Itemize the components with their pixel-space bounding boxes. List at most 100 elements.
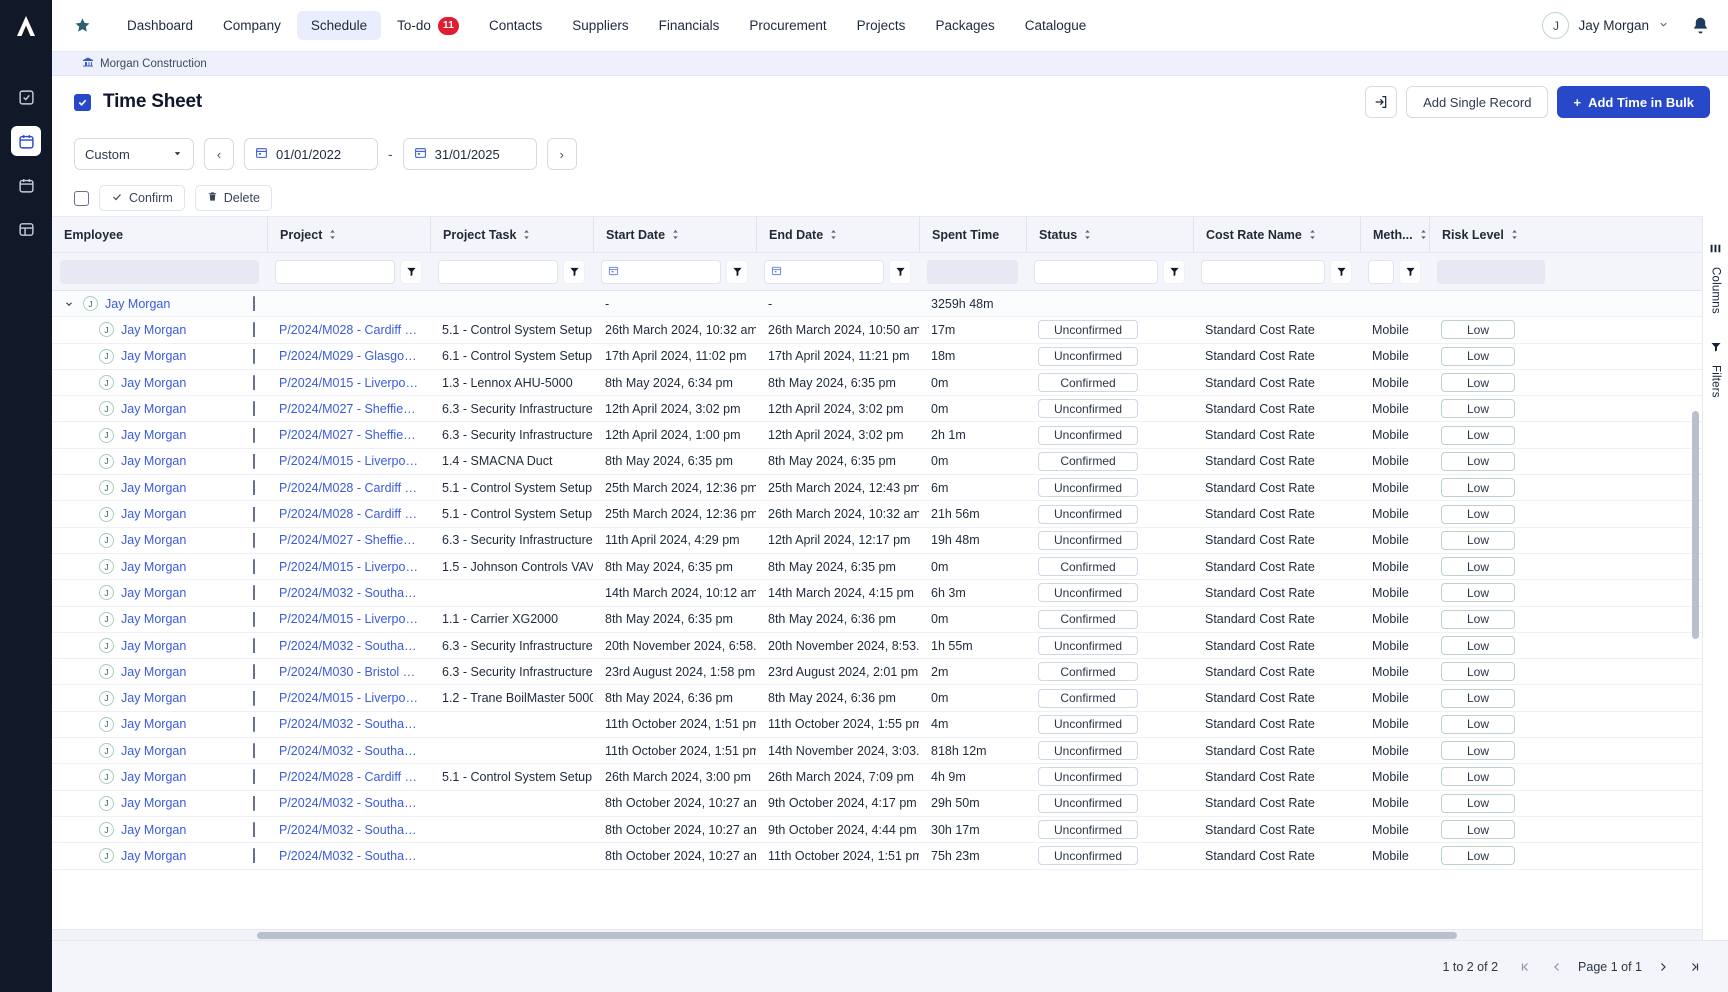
table-row[interactable]: JJay MorganP/2024/M030 - Bristol Inte...…: [52, 659, 1702, 685]
employee-name[interactable]: Jay Morgan: [121, 744, 186, 758]
table-row[interactable]: JJay MorganP/2024/M027 - Sheffield E...6…: [52, 422, 1702, 448]
column-header-spent[interactable]: Spent Time: [919, 217, 1026, 252]
filter-menu-start-icon[interactable]: [726, 260, 748, 284]
date-to-input[interactable]: 31/01/2025: [403, 138, 537, 170]
filter-input-costrate[interactable]: [1201, 260, 1325, 284]
horizontal-scrollbar-thumb[interactable]: [257, 932, 1457, 939]
filter-input-spent[interactable]: [927, 260, 1018, 284]
sort-icon[interactable]: [1308, 229, 1317, 240]
risk-level-badge[interactable]: Low: [1441, 689, 1515, 708]
add-single-record-button[interactable]: Add Single Record: [1406, 86, 1548, 118]
employee-name[interactable]: Jay Morgan: [121, 533, 186, 547]
risk-level-badge[interactable]: Low: [1441, 794, 1515, 813]
risk-level-badge[interactable]: Low: [1441, 636, 1515, 655]
columns-tool-button[interactable]: Columns: [1709, 242, 1722, 314]
date-from-input[interactable]: 01/01/2022: [244, 138, 378, 170]
project-link[interactable]: P/2024/M027 - Sheffield E...: [279, 402, 418, 416]
column-header-employee[interactable]: Employee: [52, 217, 267, 252]
group-row[interactable]: JJay Morgan--3259h 48m: [52, 291, 1702, 317]
first-page-button[interactable]: [1514, 956, 1536, 978]
table-row[interactable]: JJay MorganP/2024/M032 - Southampt...14t…: [52, 580, 1702, 606]
status-badge[interactable]: Confirmed: [1038, 662, 1138, 681]
row-select-checkbox[interactable]: [253, 533, 255, 548]
status-badge[interactable]: Unconfirmed: [1038, 846, 1138, 865]
employee-name[interactable]: Jay Morgan: [121, 560, 186, 574]
range-preset-select[interactable]: Custom: [74, 138, 194, 170]
nav-item-financials[interactable]: Financials: [645, 11, 734, 40]
row-select-checkbox[interactable]: [253, 717, 255, 732]
employee-name[interactable]: Jay Morgan: [121, 612, 186, 626]
status-badge[interactable]: Unconfirmed: [1038, 583, 1138, 602]
filter-input-end[interactable]: [764, 260, 884, 284]
table-row[interactable]: JJay MorganP/2024/M032 - Southampt...8th…: [52, 817, 1702, 843]
risk-level-badge[interactable]: Low: [1441, 741, 1515, 760]
filter-input-start[interactable]: [601, 260, 721, 284]
row-select-checkbox[interactable]: [253, 585, 255, 600]
risk-level-badge[interactable]: Low: [1441, 505, 1515, 524]
filter-input-project[interactable]: [275, 260, 395, 284]
employee-name[interactable]: Jay Morgan: [121, 402, 186, 416]
nav-item-dashboard[interactable]: Dashboard: [113, 11, 207, 40]
page-select-all-checkbox[interactable]: [74, 94, 91, 111]
sort-icon[interactable]: [671, 229, 680, 240]
board-icon[interactable]: [11, 214, 41, 244]
prev-range-button[interactable]: ‹: [204, 138, 234, 170]
select-all-rows-checkbox[interactable]: [74, 191, 89, 206]
employee-name[interactable]: Jay Morgan: [121, 586, 186, 600]
row-select-checkbox[interactable]: [253, 796, 255, 811]
nav-item-todo[interactable]: To-do 11: [383, 10, 473, 42]
filter-menu-status-icon[interactable]: [1163, 260, 1185, 284]
table-row[interactable]: JJay MorganP/2024/M028 - Cardiff Ba...5.…: [52, 764, 1702, 790]
sort-icon[interactable]: [522, 229, 531, 240]
star-icon[interactable]: [74, 17, 91, 34]
filter-input-risk[interactable]: [1437, 260, 1545, 284]
table-row[interactable]: JJay MorganP/2024/M015 - Liverpool A...1…: [52, 554, 1702, 580]
status-badge[interactable]: Confirmed: [1038, 689, 1138, 708]
user-menu[interactable]: J Jay Morgan: [1542, 12, 1669, 39]
row-select-checkbox[interactable]: [253, 454, 255, 469]
status-badge[interactable]: Unconfirmed: [1038, 320, 1138, 339]
expand-group-icon[interactable]: [64, 299, 76, 309]
table-row[interactable]: JJay MorganP/2024/M032 - Southampt...8th…: [52, 791, 1702, 817]
risk-level-badge[interactable]: Low: [1441, 399, 1515, 418]
row-select-checkbox[interactable]: [253, 428, 255, 443]
risk-level-badge[interactable]: Low: [1441, 610, 1515, 629]
employee-name[interactable]: Jay Morgan: [121, 323, 186, 337]
table-row[interactable]: JJay MorganP/2024/M029 - Glasgow A...6.1…: [52, 344, 1702, 370]
nav-item-contacts[interactable]: Contacts: [475, 11, 556, 40]
project-link[interactable]: P/2024/M028 - Cardiff Ba...: [279, 770, 418, 784]
row-select-checkbox[interactable]: [253, 559, 255, 574]
project-link[interactable]: P/2024/M027 - Sheffield E...: [279, 428, 418, 442]
employee-name[interactable]: Jay Morgan: [121, 639, 186, 653]
column-header-start[interactable]: Start Date: [593, 217, 756, 252]
filter-input-employee[interactable]: [60, 260, 259, 284]
project-link[interactable]: P/2024/M032 - Southampt...: [279, 744, 418, 758]
row-select-checkbox[interactable]: [253, 296, 255, 311]
column-header-project[interactable]: Project: [267, 217, 430, 252]
row-select-checkbox[interactable]: [253, 848, 255, 863]
risk-level-badge[interactable]: Low: [1441, 820, 1515, 839]
employee-name[interactable]: Jay Morgan: [121, 823, 186, 837]
risk-level-badge[interactable]: Low: [1441, 531, 1515, 550]
project-link[interactable]: P/2024/M032 - Southampt...: [279, 849, 418, 863]
column-header-status[interactable]: Status: [1026, 217, 1193, 252]
app-logo-icon[interactable]: [0, 0, 52, 52]
calendar-alt-icon[interactable]: [11, 170, 41, 200]
project-link[interactable]: P/2024/M027 - Sheffield E...: [279, 533, 418, 547]
risk-level-badge[interactable]: Low: [1441, 478, 1515, 497]
project-link[interactable]: P/2024/M015 - Liverpool A...: [279, 560, 418, 574]
row-select-checkbox[interactable]: [253, 769, 255, 784]
project-link[interactable]: P/2024/M032 - Southampt...: [279, 823, 418, 837]
status-badge[interactable]: Unconfirmed: [1038, 820, 1138, 839]
employee-name[interactable]: Jay Morgan: [121, 376, 186, 390]
row-select-checkbox[interactable]: [253, 375, 255, 390]
status-badge[interactable]: Confirmed: [1038, 610, 1138, 629]
table-row[interactable]: JJay MorganP/2024/M032 - Southampt...11t…: [52, 738, 1702, 764]
sort-icon[interactable]: [1510, 229, 1519, 240]
sort-icon[interactable]: [1419, 229, 1428, 240]
status-badge[interactable]: Confirmed: [1038, 452, 1138, 471]
employee-name[interactable]: Jay Morgan: [105, 297, 170, 311]
employee-name[interactable]: Jay Morgan: [121, 691, 186, 705]
project-link[interactable]: P/2024/M028 - Cardiff Ba...: [279, 481, 418, 495]
status-badge[interactable]: Unconfirmed: [1038, 347, 1138, 366]
